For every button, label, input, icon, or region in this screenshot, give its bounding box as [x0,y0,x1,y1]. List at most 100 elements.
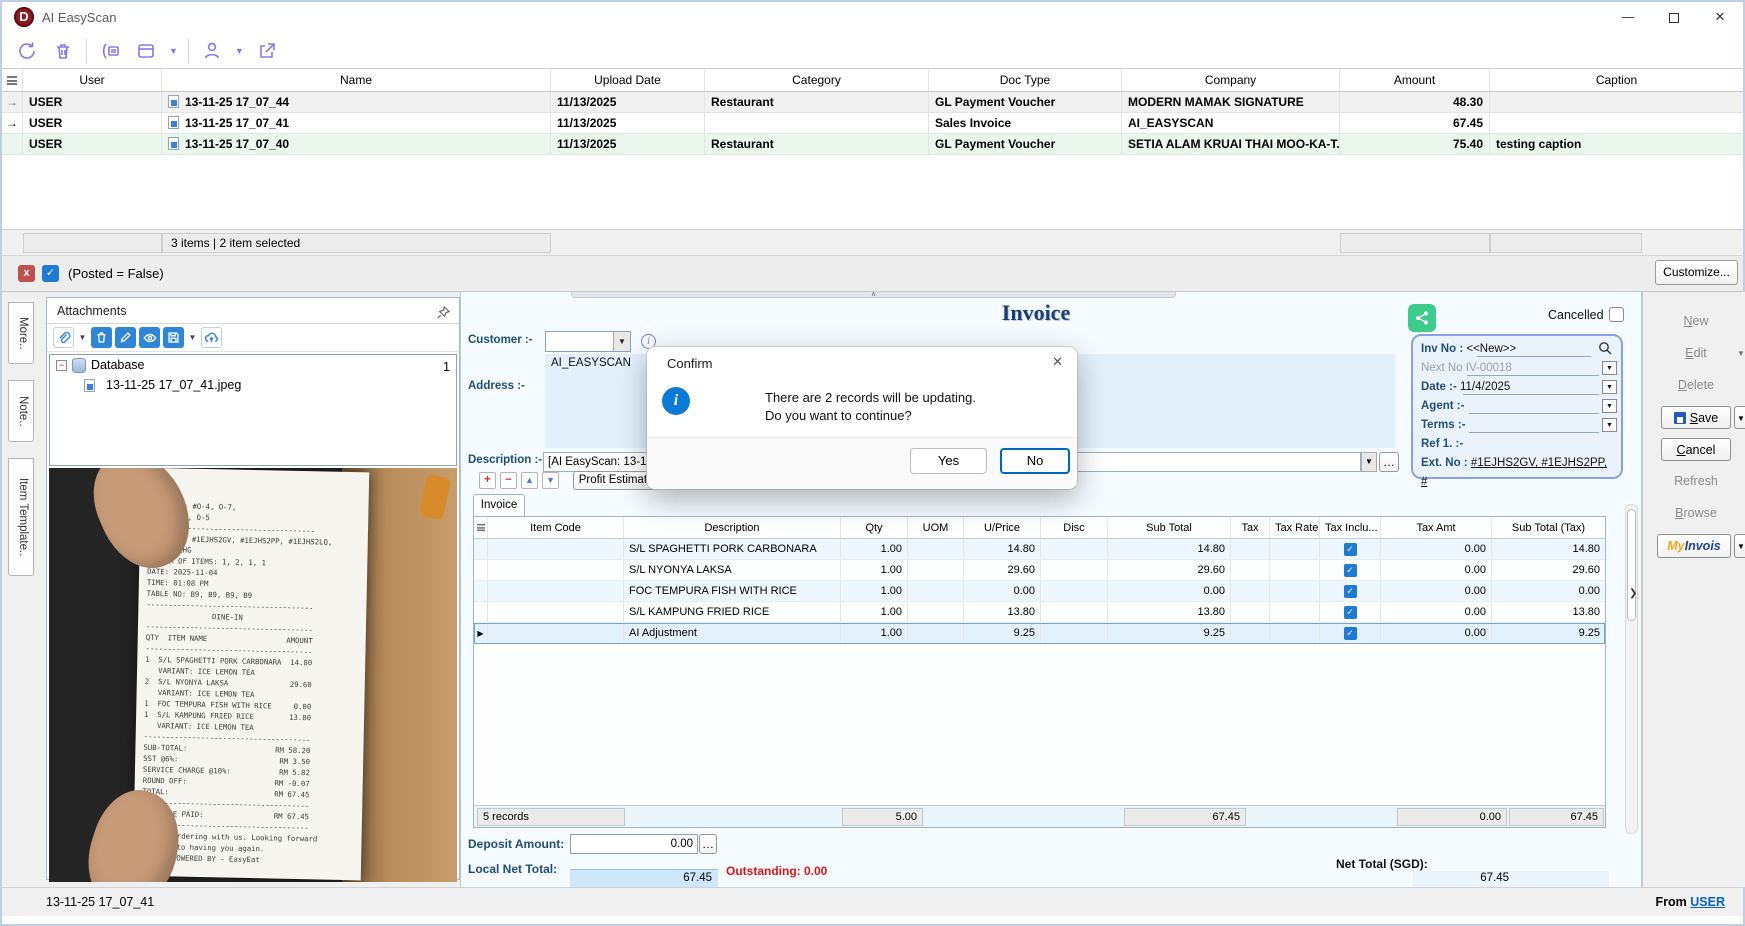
col-item-code[interactable]: Item Code [488,517,624,538]
save-dropdown[interactable]: ▼ [1734,406,1745,429]
browse-button[interactable]: Browse [1661,502,1731,525]
description-dropdown[interactable]: ▼ [1361,452,1377,472]
chevron-down-icon[interactable]: ▼ [1602,361,1617,375]
next-no-row[interactable]: Next No IV-00018 ▼ [1421,359,1613,378]
user-dropdown[interactable]: ▼ [235,46,244,56]
attachment-save-dropdown[interactable]: ▼ [187,327,198,348]
edit-dropdown[interactable]: ▼ [1734,342,1745,365]
col-amount[interactable]: Amount [1340,69,1490,91]
table-row[interactable]: USER 13-11-25 17_07_40 11/13/2025 Restau… [2,134,1743,155]
sidebar-tab-more[interactable]: More.. [8,302,34,364]
user-button[interactable] [199,38,225,64]
splitter-handle[interactable]: ᴧ [571,292,1176,298]
col-uom[interactable]: UOM [908,517,964,538]
chevron-down-icon[interactable]: ▼ [1602,418,1617,432]
layout-dropdown[interactable]: ▼ [169,46,178,56]
close-button[interactable]: ✕ [1697,2,1743,32]
col-tax-inclusive[interactable]: Tax Inclu... [1320,517,1381,538]
vertical-scrollbar[interactable] [1625,504,1638,834]
col-description[interactable]: Description [624,517,841,538]
attachment-delete-button[interactable] [91,327,112,348]
dialog-close-icon[interactable]: ✕ [1052,354,1063,370]
share-button[interactable] [254,38,280,64]
table-row[interactable]: → USER 13-11-25 17_07_44 11/13/2025 Rest… [2,92,1743,113]
cancel-button[interactable]: Cancel [1661,438,1731,461]
col-upload-date[interactable]: Upload Date [551,69,705,91]
edit-button[interactable]: Edit [1661,342,1731,365]
tab-invoice[interactable]: Invoice [473,494,525,516]
col-uprice[interactable]: U/Price [964,517,1041,538]
new-button[interactable]: New [1661,310,1731,333]
customize-button[interactable]: Customize... [1655,260,1738,285]
attachment-view-button[interactable] [139,327,160,348]
col-name[interactable]: Name [162,69,551,91]
chevron-down-icon[interactable]: ▼ [1602,399,1617,413]
col-tax[interactable]: Tax [1231,517,1270,538]
tax-inclusive-checkbox[interactable]: ✓ [1344,627,1357,640]
chevron-down-icon[interactable]: ▼ [1602,380,1617,394]
tax-inclusive-checkbox[interactable]: ✓ [1344,543,1357,556]
item-row-selected[interactable]: ▶ AI Adjustment 1.00 9.25 9.25 ✓ 0.00 9.… [474,623,1605,644]
tax-inclusive-checkbox[interactable]: ✓ [1344,606,1357,619]
col-user[interactable]: User [23,69,162,91]
tree-node-database[interactable]: − Database 1 [50,355,456,375]
inv-no-row[interactable]: Inv No : <<New>> [1421,340,1613,359]
agent-row[interactable]: Agent :- ▼ [1421,397,1613,416]
pin-icon[interactable] [436,303,451,329]
col-tax-amt[interactable]: Tax Amt [1381,517,1492,538]
col-sub-total[interactable]: Sub Total [1108,517,1231,538]
item-row[interactable]: S/L SPAGHETTI PORK CARBONARA 1.00 14.80 … [474,539,1605,560]
attachment-save-button[interactable] [163,327,184,348]
myinvois-button[interactable]: MyInvois [1657,534,1731,558]
deposit-more-button[interactable]: … [699,834,717,854]
col-qty[interactable]: Qty [841,517,908,538]
clear-filter-button[interactable]: x [18,265,35,282]
col-company[interactable]: Company [1122,69,1340,91]
item-row[interactable]: S/L KAMPUNG FRIED RICE 1.00 13.80 13.80 … [474,602,1605,623]
myinvois-dropdown[interactable]: ▼ [1734,534,1745,558]
ref1-row[interactable]: Ref 1. :- [1421,435,1613,454]
col-disc[interactable]: Disc [1041,517,1108,538]
add-row-button[interactable]: + [479,472,496,489]
attachment-preview[interactable]: DER NO: #O-4, O-7, O-6, O-5-------------… [49,468,457,882]
filter-checkbox[interactable]: ✓ [42,265,59,282]
minimize-button[interactable]: — [1605,2,1651,32]
no-button[interactable]: No [1000,448,1070,474]
chevron-down-icon[interactable]: ▼ [613,332,630,351]
remove-row-button[interactable]: − [500,472,517,489]
col-tax-rate[interactable]: Tax Rate [1270,517,1320,538]
statusbar-user-link[interactable]: USER [1690,895,1725,909]
move-down-button[interactable]: ▼ [542,472,559,489]
tax-inclusive-checkbox[interactable]: ✓ [1344,585,1357,598]
tree-node-file[interactable]: 13-11-25 17_07_41.jpeg [50,375,456,395]
delete-button[interactable] [50,38,76,64]
yes-button[interactable]: Yes [910,448,987,474]
tree-expander-icon[interactable]: − [56,360,67,371]
table-row[interactable]: → USER 13-11-25 17_07_41 11/13/2025 Sale… [2,113,1743,134]
layout-button[interactable] [133,38,159,64]
sidebar-tab-note[interactable]: Note.. [8,380,34,442]
refresh-button-side[interactable]: Refresh [1661,470,1731,493]
maximize-button[interactable] [1651,2,1697,32]
collapse-panel-button[interactable] [97,38,123,64]
refresh-button[interactable] [14,38,40,64]
attach-dropdown[interactable]: ▼ [77,327,88,348]
tax-inclusive-checkbox[interactable]: ✓ [1344,564,1357,577]
sidebar-tab-item-template[interactable]: Item Template.. [8,458,34,576]
expand-chevron-icon[interactable]: ❯ [1629,588,1637,599]
share-link-button[interactable] [1408,304,1436,332]
item-row[interactable]: FOC TEMPURA FISH WITH RICE 1.00 0.00 0.0… [474,581,1605,602]
terms-row[interactable]: Terms :- ▼ [1421,416,1613,435]
description-more-button[interactable]: … [1379,452,1399,472]
attachment-upload-button[interactable] [201,327,222,348]
col-sub-total-tax[interactable]: Sub Total (Tax) [1492,517,1605,538]
delete-button[interactable]: Delete [1661,374,1731,397]
scrollbar-thumb[interactable] [1627,509,1636,621]
deposit-amount-input[interactable]: 0.00 [570,834,698,854]
col-caption[interactable]: Caption [1490,69,1743,91]
attachment-edit-button[interactable] [115,327,136,348]
item-row[interactable]: S/L NYONYA LAKSA 1.00 29.60 29.60 ✓ 0.00… [474,560,1605,581]
move-up-button[interactable]: ▲ [521,472,538,489]
grid-menu-icon[interactable] [2,69,23,91]
ext-no-row[interactable]: Ext. No : #1EJHS2GV, #1EJHS2PP, # [1421,454,1613,473]
